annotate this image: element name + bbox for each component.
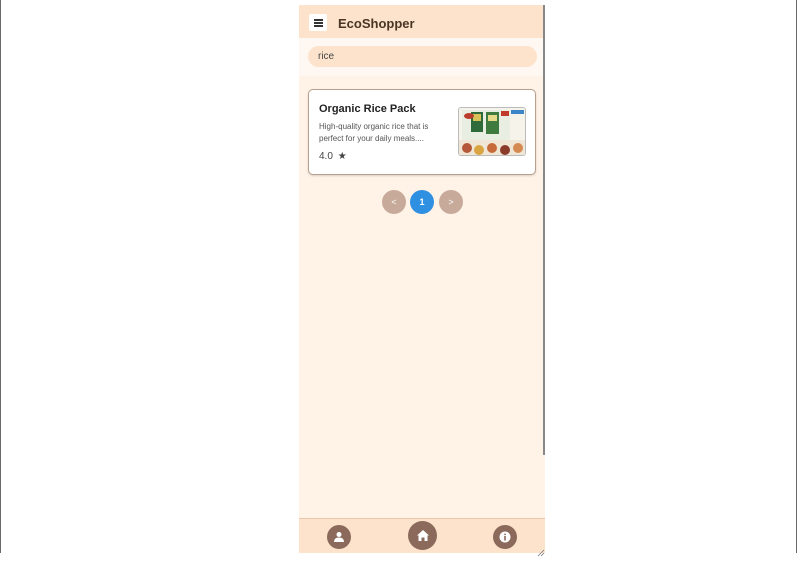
product-rating: 4.0 ★ [319,151,347,162]
scrollbar[interactable] [543,5,545,455]
rating-value: 4.0 [319,151,333,162]
app-window: EcoShopper Organic Rice Pack High-qualit… [299,5,545,553]
product-card[interactable]: Organic Rice Pack High-quality organic r… [308,89,536,175]
resize-grip-icon[interactable] [536,544,545,557]
prev-page-button[interactable]: < [382,190,406,214]
app-title: EcoShopper [338,16,415,31]
info-icon[interactable] [493,525,517,549]
search-bar [299,38,545,76]
pagination: < 1 > [299,190,545,214]
profile-icon[interactable] [327,525,351,549]
app-header: EcoShopper [299,5,545,38]
menu-icon[interactable] [309,14,327,31]
screen-border-left [0,0,1,553]
next-page-button[interactable]: > [439,190,463,214]
star-icon: ★ [337,151,347,162]
product-image [458,107,526,156]
home-icon[interactable] [408,521,437,550]
page-1-button[interactable]: 1 [410,190,434,214]
search-input[interactable] [308,46,537,67]
product-name: Organic Rice Pack [319,103,416,115]
bottom-nav [299,518,545,553]
product-description: High-quality organic rice that is perfec… [319,122,429,143]
